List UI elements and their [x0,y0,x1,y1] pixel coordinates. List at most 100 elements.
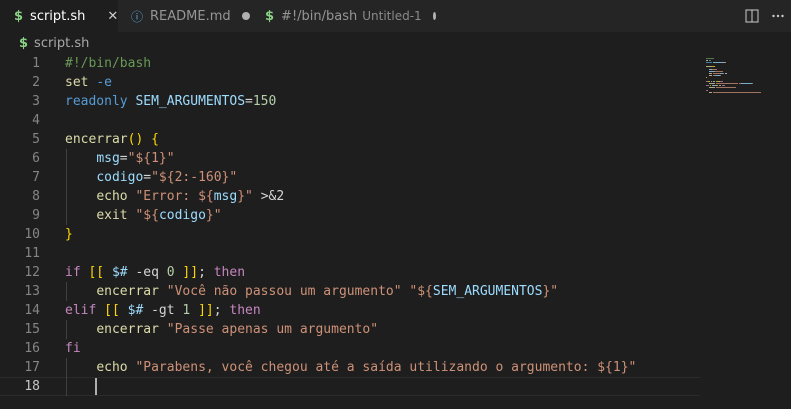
code-token: readonly [65,94,128,109]
minimap-stroke [706,85,709,87]
split-editor-icon [745,9,759,23]
editor-tab-bar: $ script.sh ✕ ⓘ README.md $ #!/bin/bash … [0,0,791,32]
code-line[interactable]: 11 [0,244,700,263]
code-text: if [[ $# -eq 0 ]]; then [65,263,245,282]
code-token: "Passe apenas um argumento" [166,322,379,337]
code-line[interactable]: 18 [0,377,700,396]
close-icon[interactable]: ✕ [107,9,118,24]
tab-script-sh[interactable]: $ script.sh ✕ [0,0,118,32]
breadcrumb-item-script-sh[interactable]: script.sh [34,36,89,51]
code-line[interactable]: 3 readonly SEM_ARGUMENTOS=150 [0,92,700,111]
indent-guide [66,149,67,225]
unsaved-dot-icon[interactable] [241,12,250,20]
code-line[interactable]: 5 encerrar() { [0,130,700,149]
code-line[interactable]: 10} [0,225,700,244]
line-number: 2 [32,75,40,90]
code-token: ; [213,303,230,318]
code-token: [[ [104,303,120,318]
minimap-stroke [709,72,712,74]
info-icon: ⓘ [131,9,144,24]
more-actions-button[interactable] [765,5,791,27]
minimap-stroke [709,83,715,85]
line-number: 14 [24,303,40,318]
code-token: 0 [166,265,175,280]
minimap-stroke [724,72,727,74]
code-line[interactable]: 15 encerrar "Passe apenas um argumento" [0,320,700,339]
minimap-stroke [712,91,761,93]
code-text: elif [[ $# -gt 1 ]]; then [65,301,261,320]
tab-label: script.sh [30,8,86,24]
code-token: exit [96,208,128,223]
code-token: }" [542,284,559,299]
code-line[interactable]: 14 elif [[ $# -gt 1 ]]; then [0,301,700,320]
code-line[interactable]: 17 echo "Parabens, você chegou até a saí… [0,358,700,377]
code-line[interactable]: 7 codigo="${2:-160}" [0,168,700,187]
code-token: = [143,170,152,185]
indent-guide [66,282,67,301]
line-number: 10 [24,227,40,242]
code-line[interactable]: 1 #!/bin/bash [0,54,700,73]
code-token: >&2 [252,189,285,204]
line-number: 5 [32,132,40,147]
line-number: 12 [24,265,40,280]
line-number: 13 [24,284,40,299]
code-editor[interactable]: 1 #!/bin/bash 2 set -e 3 readonly SEM_ARGUMEN… [0,54,700,409]
line-number: 6 [32,151,40,166]
minimap-stroke [706,62,712,64]
code-line[interactable]: 2 set -e [0,73,700,92]
code-line[interactable]: 8 echo "Error: ${msg}" >&2 [0,187,700,206]
minimap-stroke [709,60,711,62]
shell-file-icon: $ [19,35,29,51]
code-line[interactable]: 13 encerrar "Você não passou um argument… [0,282,700,301]
code-line[interactable]: 16 fi [0,339,700,358]
line-number: 8 [32,189,40,204]
code-line[interactable]: 4 [0,111,700,130]
code-token: if [65,265,81,280]
tab-label: README.md [150,8,231,24]
code-line[interactable]: 6 msg="${1}" [0,149,700,168]
minimap-stroke [712,81,715,83]
minimap-stroke [721,85,725,87]
code-token: }" [205,208,222,223]
code-token: encerrar [65,132,128,147]
line-number: 11 [24,246,40,261]
code-token: $# [111,265,128,280]
code-text: encerrar "Você não passou um argumento" … [65,282,558,301]
tab-readme-md[interactable]: ⓘ README.md [118,0,251,32]
code-token: "${ [135,208,159,223]
minimap-stroke [714,66,716,68]
editor-actions [739,0,791,32]
minimap-stroke [720,81,724,83]
minimap-stroke [706,60,709,62]
code-token: -eq [127,265,167,280]
code-text: echo "Error: ${msg}" >&2 [65,187,284,206]
code-token: "Você não passou um argumento" [166,284,402,299]
minimap-stroke [715,87,736,89]
code-line[interactable]: 12 if [[ $# -eq 0 ]]; then [0,263,700,282]
line-number: 3 [32,94,40,109]
minimap[interactable] [700,54,791,409]
code-token: () [127,132,144,147]
split-editor-button[interactable] [739,5,765,27]
minimap-stroke [751,83,754,85]
code-token: then [213,265,246,280]
indent-guide [66,358,67,396]
tab-untitled-1[interactable]: $ #!/bin/bash Untitled-1 [251,0,436,32]
line-number: 7 [32,170,40,185]
unsaved-dot-icon[interactable] [432,12,436,20]
text-cursor [95,378,98,395]
code-line[interactable]: 9 exit "${codigo}" [0,206,700,225]
code-text: echo "Parabens, você chegou até a saída … [65,358,636,377]
code-token: set [65,75,89,90]
minimap-stroke [724,62,727,64]
shell-file-icon: $ [265,8,275,24]
code-token: elif [65,303,97,318]
line-number: 15 [24,322,40,337]
